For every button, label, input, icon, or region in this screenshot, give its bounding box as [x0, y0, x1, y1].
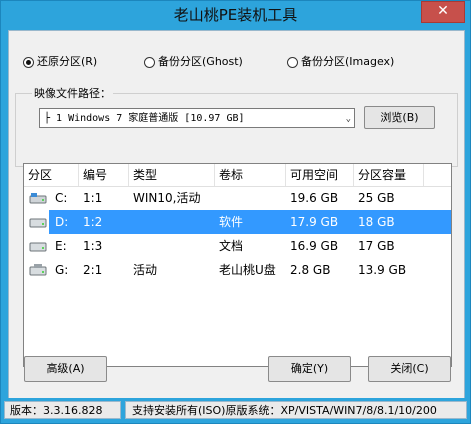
- cell-free: 2.8 GB: [290, 263, 331, 277]
- column-header-type[interactable]: 类型: [129, 164, 215, 186]
- drive-icon: [29, 242, 47, 252]
- cell-type: WIN10,活动: [133, 191, 201, 205]
- cell-drive: C:: [55, 191, 68, 205]
- usb-drive-icon: [29, 264, 47, 276]
- window-close-button[interactable]: ✕: [421, 1, 465, 23]
- column-header-number[interactable]: 编号: [79, 164, 129, 186]
- table-header: 分区 编号 类型 卷标 可用空间 分区容量: [24, 164, 451, 187]
- cell-free: 16.9 GB: [290, 239, 339, 253]
- column-header-partition[interactable]: 分区: [24, 164, 79, 186]
- radio-dot-icon: [287, 56, 298, 68]
- image-path-select[interactable]: ├ 1 Windows 7 家庭普通版 [10.97 GB] ⌄: [39, 108, 355, 128]
- radio-backup-ghost[interactable]: 备份分区(Ghost): [144, 54, 243, 70]
- image-path-group: [15, 93, 458, 167]
- title-bar: 老山桃PE装机工具 ✕: [1, 1, 470, 29]
- cell-size: 13.9 GB: [358, 263, 407, 277]
- status-bar: 版本：3.3.16.828 支持安装所有(ISO)原版系统：XP/VISTA/W…: [1, 398, 470, 423]
- table-row[interactable]: D: 1:2 软件 17.9 GB 18 GB: [24, 210, 451, 234]
- version-text: 版本：3.3.16.828: [4, 401, 121, 419]
- cell-size: 25 GB: [358, 191, 395, 205]
- cell-drive: E:: [55, 239, 67, 253]
- cell-number: 2:1: [83, 263, 103, 277]
- column-header-size[interactable]: 分区容量: [354, 164, 424, 186]
- support-text: 支持安装所有(ISO)原版系统：XP/VISTA/WIN7/8/8.1/10/2…: [125, 401, 467, 419]
- radio-backup-imagex[interactable]: 备份分区(Imagex): [287, 54, 394, 70]
- table-row[interactable]: C: 1:1 WIN10,活动 19.6 GB 25 GB: [24, 186, 451, 210]
- radio-backup-ghost-label: 备份分区(Ghost): [158, 55, 243, 68]
- table-row[interactable]: E: 1:3 文档 16.9 GB 17 GB: [24, 234, 451, 258]
- cell-free: 17.9 GB: [290, 215, 339, 229]
- advanced-button[interactable]: 高级(A): [24, 356, 107, 382]
- cell-number: 1:3: [83, 239, 103, 253]
- radio-backup-imagex-label: 备份分区(Imagex): [301, 55, 395, 68]
- cell-free: 19.6 GB: [290, 191, 339, 205]
- radio-dot-icon: [23, 56, 34, 68]
- partition-table: 分区 编号 类型 卷标 可用空间 分区容量 C: 1:1 WIN10,活动 19…: [23, 163, 452, 367]
- main-panel: 还原分区(R) 备份分区(Ghost) 备份分区(Imagex) 映像文件路径：…: [8, 30, 465, 399]
- cell-number: 1:1: [83, 191, 103, 205]
- chevron-down-icon: ⌄: [345, 114, 351, 124]
- cell-label: [215, 186, 219, 210]
- window-title: 老山桃PE装机工具: [173, 6, 298, 24]
- cell-type: 活动: [133, 263, 158, 277]
- table-row[interactable]: G: 2:1 活动 老山桃U盘 2.8 GB 13.9 GB: [24, 258, 451, 282]
- cell-label: 文档: [219, 239, 244, 253]
- image-path-label: 映像文件路径：: [32, 85, 113, 101]
- browse-button[interactable]: 浏览(B): [364, 106, 435, 129]
- image-path-value: ├ 1 Windows 7 家庭普通版 [10.97 GB]: [44, 113, 245, 124]
- radio-restore-label: 还原分区(R): [37, 55, 98, 68]
- cell-label: 老山桃U盘: [219, 263, 276, 277]
- cell-number: 1:2: [83, 215, 103, 229]
- cell-drive: G:: [55, 263, 69, 277]
- cell-type: [129, 234, 133, 258]
- cell-drive: D:: [55, 215, 69, 229]
- column-header-free[interactable]: 可用空间: [286, 164, 354, 186]
- cell-label: 软件: [219, 215, 244, 229]
- drive-icon: [29, 218, 47, 228]
- cell-size: 17 GB: [358, 239, 395, 253]
- radio-dot-icon: [144, 56, 155, 68]
- system-drive-icon: [29, 193, 47, 204]
- column-header-label[interactable]: 卷标: [215, 164, 286, 186]
- radio-restore[interactable]: 还原分区(R): [23, 54, 97, 70]
- ok-button[interactable]: 确定(Y): [268, 356, 351, 382]
- cell-type: [129, 210, 133, 234]
- app-window: 老山桃PE装机工具 ✕ 还原分区(R) 备份分区(Ghost) 备份分区(Ima…: [0, 0, 471, 424]
- cell-size: 18 GB: [358, 215, 395, 229]
- close-button[interactable]: 关闭(C): [368, 356, 451, 382]
